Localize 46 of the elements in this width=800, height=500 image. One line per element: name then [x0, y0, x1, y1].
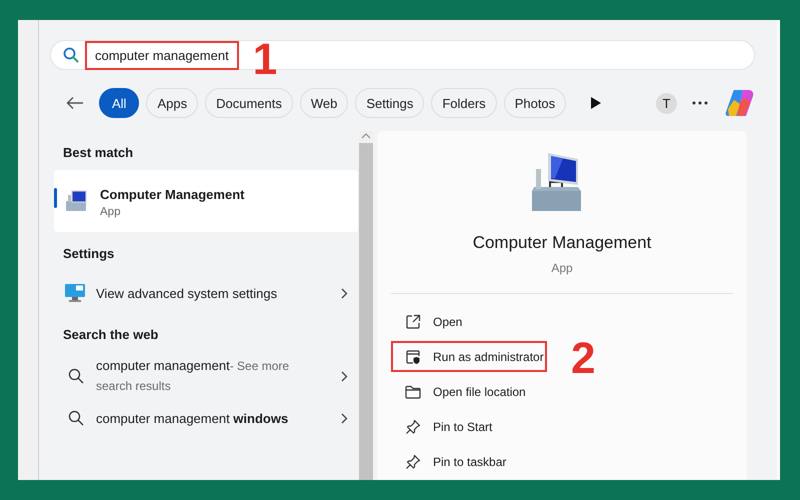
result-item[interactable]: computer management windows — [54, 398, 358, 438]
chevron-right-icon — [341, 412, 348, 424]
filter-tab[interactable]: Web — [300, 88, 348, 118]
result-type: App — [100, 206, 122, 218]
result-item[interactable]: Computer Management App — [54, 170, 358, 232]
search-icon — [68, 410, 84, 426]
filter-tab[interactable]: Documents — [205, 88, 293, 118]
scrollbar[interactable] — [359, 131, 373, 480]
chevron-right-icon — [341, 370, 348, 382]
play-icon[interactable] — [591, 97, 602, 109]
result-item[interactable]: computer management- See more search results — [54, 354, 358, 398]
result-item[interactable]: View advanced system settings — [54, 273, 358, 313]
chevron-right-icon — [341, 288, 348, 298]
folder-icon — [405, 384, 421, 398]
filter-tab[interactable]: Folders — [431, 88, 497, 118]
app-type: App — [551, 261, 573, 275]
section-heading: Best match — [63, 145, 134, 160]
result-title: View advanced system settings — [96, 284, 278, 302]
search-icon — [63, 47, 79, 63]
section-heading: Search the web — [63, 327, 160, 342]
external-link-icon — [405, 314, 421, 330]
step-number: 2 — [571, 337, 596, 381]
result-title: Computer Management — [100, 186, 246, 204]
scroll-up-icon[interactable] — [361, 133, 371, 139]
filter-tab[interactable]: All — [99, 88, 140, 118]
pin-icon — [405, 454, 421, 470]
monitor-icon — [64, 283, 86, 303]
section-heading: Settings — [63, 246, 116, 261]
shield-window-icon — [405, 348, 421, 364]
action-item[interactable]: Pin to taskbar — [391, 446, 547, 477]
copilot-logo-icon[interactable] — [725, 89, 755, 117]
search-icon — [68, 368, 84, 384]
web-result-text: computer management- See more search results — [96, 357, 290, 395]
search-query: computer management — [85, 40, 239, 70]
filter-tab[interactable]: Settings — [355, 88, 424, 118]
filter-tab[interactable]: Apps — [146, 88, 198, 118]
web-result-text: computer management windows — [96, 410, 290, 428]
app-title: Computer Management — [472, 233, 652, 253]
action-item[interactable]: Open file location — [391, 376, 547, 407]
back-arrow-icon[interactable] — [66, 96, 84, 110]
account-avatar[interactable]: T — [656, 92, 677, 114]
action-item[interactable]: Pin to Start — [391, 411, 547, 442]
action-item[interactable]: Open — [391, 306, 547, 337]
more-icon[interactable] — [692, 101, 708, 105]
filter-tab[interactable]: Photos — [504, 88, 566, 118]
pin-icon — [405, 418, 421, 434]
